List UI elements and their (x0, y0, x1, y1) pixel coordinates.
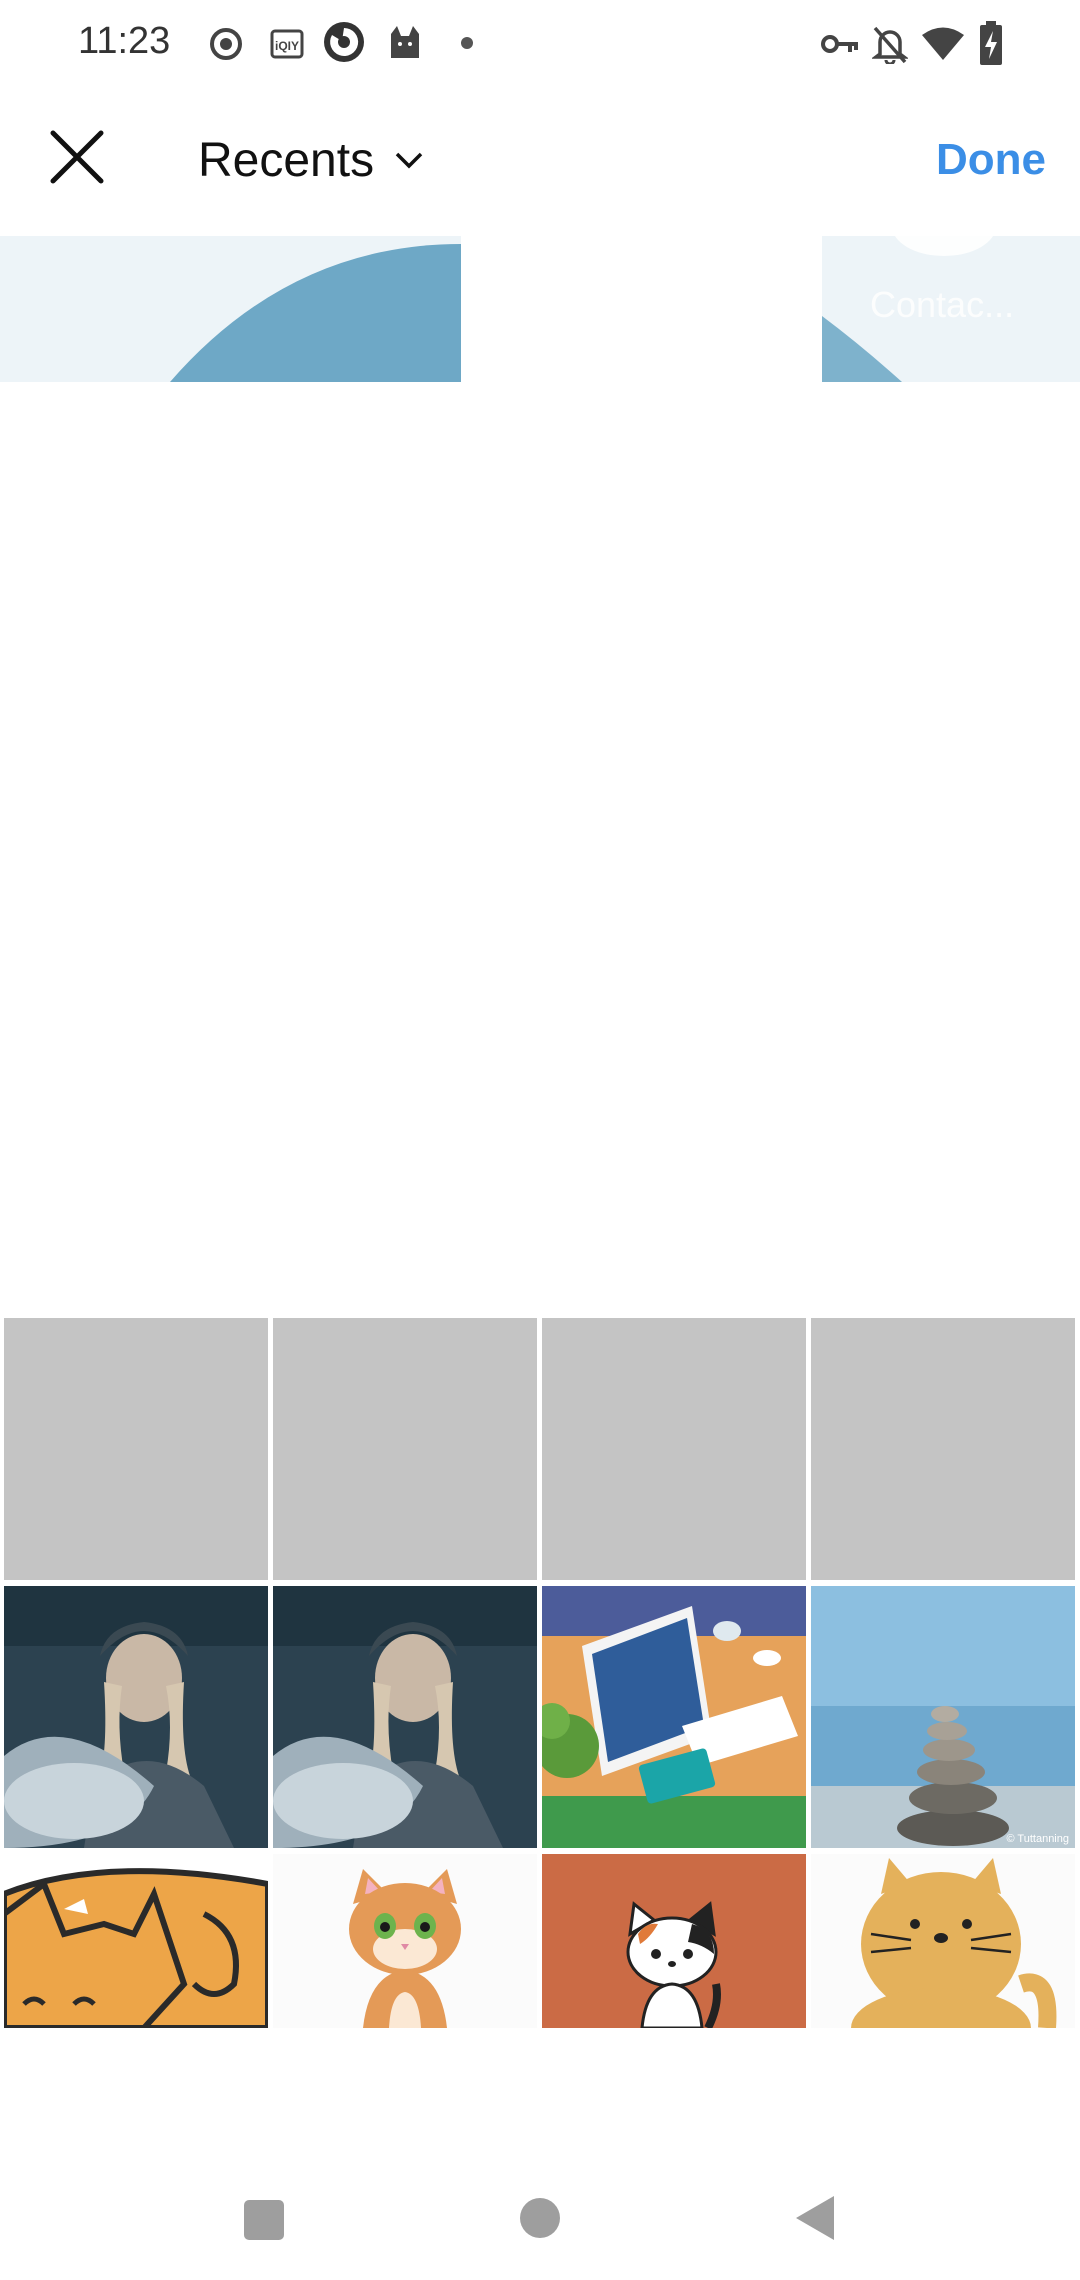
wifi-icon (922, 27, 964, 60)
selected-preview-contact[interactable]: Contac... (822, 236, 1080, 382)
photo-placeholder[interactable] (542, 1318, 806, 1580)
status-bar: 11:23 iQIY (0, 0, 1080, 90)
chevron-down-icon (395, 152, 423, 169)
photo-placeholder[interactable] (4, 1318, 268, 1580)
photo-thumbnail[interactable] (4, 1586, 268, 1848)
battery-charging-icon (980, 21, 1002, 65)
woman-in-car-photo (4, 1586, 268, 1848)
preview-image-graphic (0, 236, 461, 382)
app-bar: Recents Done (0, 90, 1080, 240)
bell-off-icon (872, 26, 908, 64)
calico-cat-cartoon (542, 1854, 806, 2028)
photo-placeholder[interactable] (273, 1318, 537, 1580)
stacked-stones-photo: © Tuttanning (811, 1586, 1075, 1848)
selected-preview-strip: Contac... (0, 236, 1080, 382)
back-triangle-icon[interactable] (794, 2194, 838, 2242)
done-button[interactable]: Done (936, 135, 1046, 185)
preview-contact-label: Contac... (870, 284, 1015, 325)
photo-thumbnail[interactable] (811, 1854, 1075, 2028)
status-time: 11:23 (78, 20, 171, 62)
photo-placeholder[interactable] (811, 1318, 1075, 1580)
record-icon (210, 28, 242, 60)
orange-cat-cartoon (4, 1854, 268, 2028)
vpn-key-icon (821, 35, 858, 53)
dot-icon (461, 37, 473, 49)
app-icon (324, 22, 364, 62)
photo-thumbnail[interactable] (273, 1854, 537, 2028)
selected-preview-image[interactable] (0, 236, 461, 382)
tabby-kitten-cartoon (273, 1854, 537, 2028)
close-button[interactable] (40, 120, 114, 194)
woman-in-car-photo (273, 1586, 537, 1848)
iqiyi-icon: iQIY (270, 29, 304, 59)
photo-thumbnail[interactable] (542, 1586, 806, 1848)
yellow-cat-cartoon (811, 1854, 1075, 2028)
album-title: Recents (198, 133, 375, 187)
home-circle-icon[interactable] (518, 2196, 562, 2240)
tablet-desk-photo (542, 1586, 806, 1848)
photo-watermark: © Tuttanning (1006, 1833, 1069, 1845)
svg-text:iQIY: iQIY (275, 39, 299, 53)
album-picker[interactable]: Recents (198, 130, 424, 190)
photo-thumbnail[interactable] (4, 1854, 268, 2028)
photo-thumbnail[interactable] (542, 1854, 806, 2028)
photo-thumbnail[interactable]: © Tuttanning (811, 1586, 1075, 1848)
cat-icon (391, 26, 419, 58)
system-nav-bar (0, 2160, 1080, 2280)
recents-square-icon[interactable] (242, 2198, 286, 2242)
close-icon (50, 130, 104, 184)
photo-thumbnail[interactable] (273, 1586, 537, 1848)
